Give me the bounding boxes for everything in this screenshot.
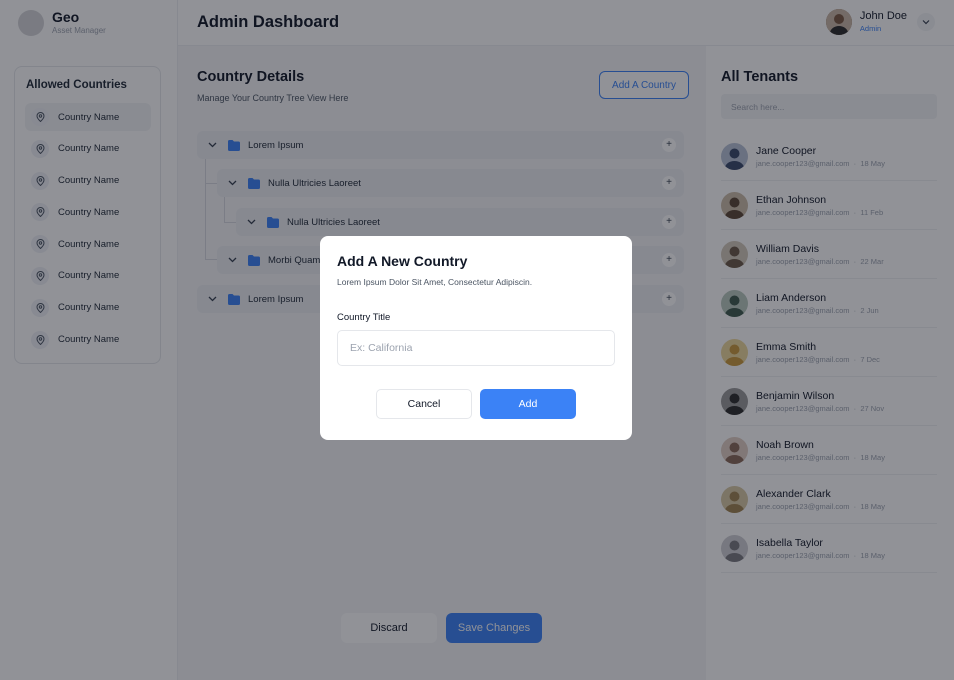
- cancel-button[interactable]: Cancel: [376, 389, 472, 419]
- modal-subtitle: Lorem Ipsum Dolor Sit Amet, Consectetur …: [337, 277, 533, 287]
- country-title-input[interactable]: [337, 330, 615, 366]
- add-country-modal: Add A New Country Lorem Ipsum Dolor Sit …: [320, 236, 632, 440]
- add-button[interactable]: Add: [480, 389, 576, 419]
- country-title-label: Country Title: [337, 312, 391, 323]
- modal-title: Add A New Country: [337, 253, 468, 269]
